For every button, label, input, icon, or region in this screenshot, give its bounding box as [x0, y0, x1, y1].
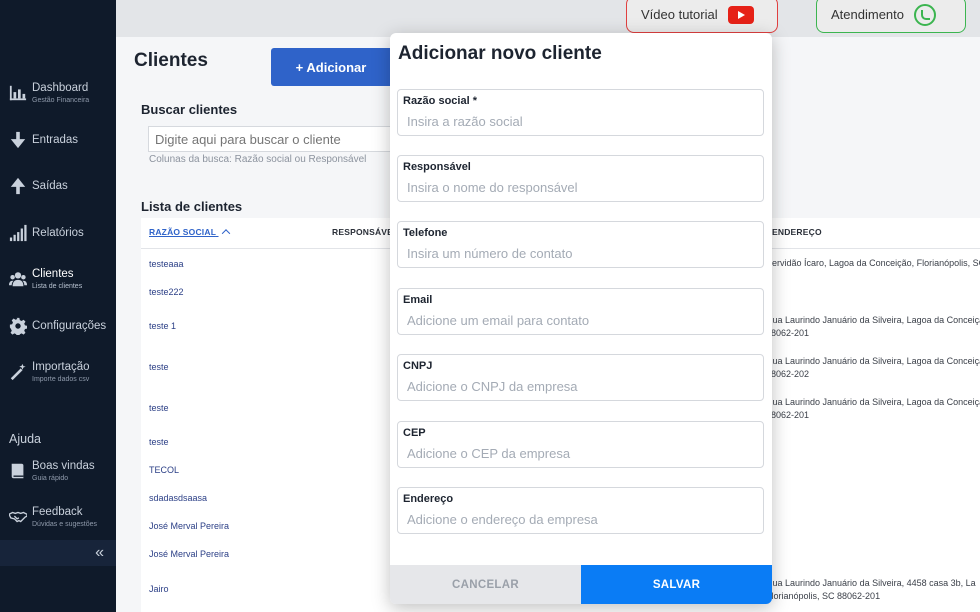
youtube-icon	[727, 5, 754, 24]
email-input[interactable]	[399, 309, 761, 331]
table-row-name[interactable]: testeaaa	[149, 259, 184, 269]
field-label: CEP	[403, 427, 426, 439]
bar-chart-icon	[8, 83, 28, 103]
cep-field: CEP	[397, 421, 764, 468]
sidebar-item-sublabel: Dúvidas e sugestões	[32, 520, 97, 528]
support-label: Atendimento	[831, 7, 904, 22]
video-tutorial-button[interactable]: Vídeo tutorial	[626, 0, 778, 33]
add-client-modal: Adicionar novo cliente Razão social * Re…	[390, 33, 772, 604]
column-header-responsavel[interactable]: RESPONSÁVE	[332, 227, 393, 237]
table-row-address: Rua Laurindo Januário da Silveira, Lagoa…	[766, 397, 980, 420]
modal-footer: CANCELAR SALVAR	[390, 565, 772, 604]
field-label: CNPJ	[403, 360, 433, 372]
cep-input[interactable]	[399, 442, 761, 464]
field-label: Telefone	[403, 227, 448, 239]
book-icon	[8, 461, 28, 481]
sidebar-item-sublabel: Importe dados csv	[32, 375, 90, 383]
sidebar-item-label: Relatórios	[32, 226, 84, 239]
sidebar-item-label: Configurações	[32, 319, 107, 332]
sidebar-item-sublabel: Guia rápido	[32, 474, 69, 482]
table-row-address: Rua Laurindo Januário da Silveira, Lagoa…	[766, 315, 980, 338]
cnpj-input[interactable]	[399, 375, 761, 397]
modal-title: Adicionar novo cliente	[398, 43, 602, 64]
column-header-endereco[interactable]: ENDEREÇO	[772, 227, 822, 237]
sidebar-item-entradas[interactable]: Entradas	[8, 130, 78, 150]
signal-bars-icon	[8, 223, 28, 243]
users-icon	[8, 269, 28, 289]
sidebar-item-relatorios[interactable]: Relatórios	[8, 223, 84, 243]
sidebar-item-configuracoes[interactable]: Configurações	[8, 316, 106, 336]
table-row-address: Servidão Ícaro, Lagoa da Conceição, Flor…	[766, 258, 980, 268]
email-field: Email	[397, 288, 764, 335]
cnpj-field: CNPJ	[397, 354, 764, 401]
save-button[interactable]: SALVAR	[581, 565, 772, 604]
table-row-name[interactable]: teste	[149, 403, 169, 413]
endereco-field: Endereço	[397, 487, 764, 534]
sidebar-item-boas-vindas[interactable]: Boas vindas Guia rápido	[8, 460, 95, 482]
chevron-up-icon	[221, 229, 230, 238]
sidebar-item-label: Entradas	[32, 133, 79, 146]
list-label: Lista de clientes	[141, 199, 243, 214]
magic-wand-icon	[8, 362, 28, 382]
help-heading: Ajuda	[9, 432, 41, 446]
table-row-name[interactable]: Jairo	[149, 584, 169, 594]
table-row-address: Rua Laurindo Januário da Silveira, Lagoa…	[766, 356, 980, 379]
sidebar-item-saidas[interactable]: Saídas	[8, 176, 68, 196]
column-header-razao-social[interactable]: RAZÃO SOCIAL	[149, 227, 230, 238]
sidebar-item-sublabel: Gestão Financeira	[32, 96, 90, 104]
sidebar-item-label: Saídas	[32, 179, 68, 192]
topbar: Vídeo tutorial Atendimento	[116, 0, 980, 37]
sidebar-item-label: Importação	[32, 361, 90, 373]
sidebar-item-label: Boas vindas	[32, 460, 95, 472]
cancel-button[interactable]: CANCELAR	[390, 565, 581, 604]
search-help-text: Colunas da busca: Razão social ou Respon…	[149, 154, 367, 165]
table-row-name[interactable]: teste	[149, 362, 169, 372]
arrow-down-icon	[8, 130, 28, 150]
sidebar: Dashboard Gestão Financeira Entradas Saí…	[0, 0, 116, 612]
table-row-name[interactable]: teste	[149, 437, 169, 447]
sidebar-item-clientes[interactable]: Clientes Lista de clientes	[8, 268, 82, 290]
razao-social-input[interactable]	[399, 110, 761, 132]
telefone-field: Telefone	[397, 221, 764, 268]
responsavel-field: Responsável	[397, 155, 764, 202]
table-row-address: Rua Laurindo Januário da Silveira, 4458 …	[766, 578, 976, 601]
double-chevron-left-icon: «	[95, 544, 104, 561]
table-row-name[interactable]: sdadasdsaasa	[149, 493, 207, 503]
field-label: Razão social *	[403, 95, 477, 107]
sidebar-item-importacao[interactable]: Importação Importe dados csv	[8, 361, 90, 383]
whatsapp-icon	[914, 3, 936, 26]
sidebar-item-label: Dashboard	[32, 82, 89, 94]
sidebar-item-dashboard[interactable]: Dashboard Gestão Financeira	[8, 82, 89, 104]
table-row-name[interactable]: teste222	[149, 287, 184, 297]
field-label: Email	[403, 294, 433, 306]
support-button[interactable]: Atendimento	[816, 0, 966, 33]
search-label: Buscar clientes	[141, 102, 238, 117]
field-label: Endereço	[403, 493, 454, 505]
telefone-input[interactable]	[399, 242, 761, 264]
sidebar-item-sublabel: Lista de clientes	[32, 282, 83, 290]
arrow-up-icon	[8, 176, 28, 196]
sidebar-item-feedback[interactable]: Feedback Dúvidas e sugestões	[8, 506, 97, 528]
page-title: Clientes	[134, 50, 208, 71]
razao-social-field: Razão social *	[397, 89, 764, 136]
field-label: Responsável	[403, 161, 471, 173]
sidebar-item-label: Feedback	[32, 506, 83, 518]
collapse-sidebar-button[interactable]: «	[0, 540, 116, 566]
video-tutorial-label: Vídeo tutorial	[641, 7, 718, 22]
gear-icon	[8, 316, 28, 336]
endereco-input[interactable]	[399, 508, 761, 530]
search-input[interactable]	[148, 126, 408, 152]
table-row-name[interactable]: TECOL	[149, 465, 179, 475]
table-row-name[interactable]: teste 1	[149, 321, 176, 331]
table-row-name[interactable]: José Merval Pereira	[149, 549, 229, 559]
handshake-icon	[8, 507, 28, 527]
responsavel-input[interactable]	[399, 176, 761, 198]
table-row-name[interactable]: José Merval Pereira	[149, 521, 229, 531]
sidebar-item-label: Clientes	[32, 268, 74, 280]
add-client-button[interactable]: + Adicionar	[271, 48, 391, 86]
